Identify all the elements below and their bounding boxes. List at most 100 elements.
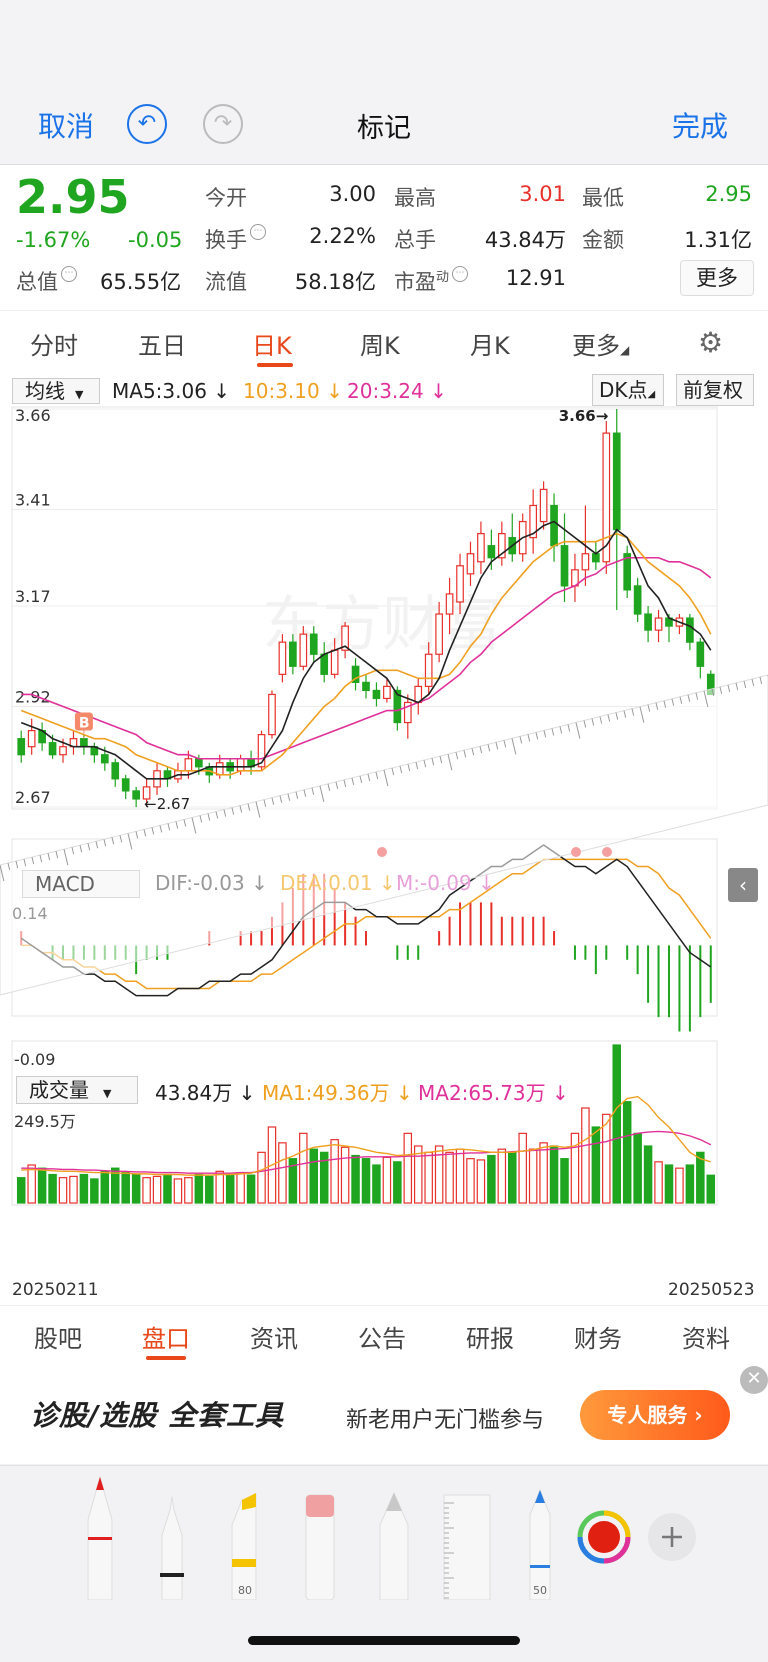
volume-bar: [257, 1151, 266, 1204]
volume-bar: [351, 1154, 360, 1204]
volume-label: 总手: [394, 228, 436, 252]
dif-legend: DIF:-0.03 ↓: [155, 871, 268, 895]
date-end: 20250523: [668, 1280, 755, 1300]
macd-y-top: 0.14: [12, 904, 48, 923]
ad-service-button[interactable]: 专人服务 ›: [580, 1390, 730, 1440]
fine-pen-icon[interactable]: [160, 1496, 184, 1600]
ruler-overlay[interactable]: [0, 674, 768, 996]
candle: [592, 553, 600, 563]
volume-bar: [131, 1173, 141, 1204]
tab-weekly-k[interactable]: 周K: [360, 326, 400, 361]
tab-monthly-k[interactable]: 月K: [470, 326, 510, 361]
blue-pen-icon[interactable]: 50: [529, 1488, 551, 1600]
candle: [194, 758, 203, 768]
close-icon[interactable]: ✕: [740, 1366, 768, 1394]
gear-icon[interactable]: ⚙: [698, 326, 723, 359]
volume-bar: [215, 1170, 224, 1204]
done-button[interactable]: 完成: [672, 105, 728, 145]
volume-bar: [90, 1178, 99, 1204]
ma5-legend: MA5:3.06 ↓: [112, 379, 231, 403]
volume-bar: [100, 1170, 110, 1204]
drawing-tools: 80 50: [87, 1475, 696, 1600]
volume-bar: [278, 1142, 287, 1204]
volume-bar: [142, 1177, 151, 1204]
tab-forum[interactable]: 股吧: [34, 1319, 82, 1354]
volume-bar: [528, 1148, 538, 1204]
volume-bar: [163, 1173, 172, 1204]
candle: [236, 758, 245, 772]
candle: [299, 633, 308, 667]
tab-announcements[interactable]: 公告: [358, 1319, 406, 1354]
tab-daily-k[interactable]: 日K: [252, 326, 292, 361]
tab-more[interactable]: 更多◢: [572, 326, 629, 361]
y-tick-label: 3.17: [15, 587, 51, 606]
candle: [330, 649, 339, 675]
volume-bar: [445, 1151, 454, 1204]
total-mktcap-value: 65.55亿: [100, 270, 182, 294]
eraser-icon[interactable]: [305, 1494, 335, 1600]
high-value: 3.01: [519, 182, 566, 206]
info-icon[interactable]: ⋯: [452, 266, 469, 282]
open-value: 3.00: [329, 182, 376, 206]
candle: [111, 762, 120, 780]
volume-bar: [393, 1161, 402, 1204]
ruler-icon[interactable]: [443, 1494, 491, 1600]
high-marker: 3.66→: [559, 407, 609, 425]
candle: [435, 613, 443, 655]
add-tool-icon[interactable]: [648, 1513, 696, 1561]
high-label: 最高: [394, 186, 436, 210]
stock-chart[interactable]: 3.66 3.41 3.17 2.92 2.67 东方财富 3.66→ ←2.67 B: [0, 405, 768, 1305]
indicator-select[interactable]: 均线 ▼: [12, 378, 100, 404]
tab-financials[interactable]: 财务: [574, 1319, 622, 1354]
dropdown-icon: ▼: [103, 1087, 112, 1100]
total-mktcap-label: 总值 ⋯: [16, 266, 77, 296]
volume-bar: [549, 1145, 559, 1204]
pe-label: 市盈动 ⋯: [394, 266, 469, 296]
volume-bar: [602, 1113, 611, 1204]
volume-bar: [675, 1167, 684, 1204]
tab-order-book[interactable]: 盘口: [142, 1319, 190, 1354]
tab-news[interactable]: 资讯: [250, 1319, 298, 1354]
macd-y-bottom: -0.09: [14, 1050, 56, 1069]
candle: [550, 504, 558, 547]
adjust-button[interactable]: 前复权: [676, 374, 754, 406]
tab-intraday[interactable]: 分时: [30, 326, 78, 361]
volume-bar: [309, 1148, 319, 1204]
volume-select[interactable]: 成交量 ▼: [16, 1076, 138, 1104]
candle: [477, 533, 485, 563]
candle: [309, 633, 318, 655]
m-legend: M:-0.09 ↓: [396, 871, 495, 895]
macd-select[interactable]: MACD: [22, 870, 140, 898]
float-mktcap-label: 流值: [205, 270, 247, 294]
date-start: 20250211: [12, 1280, 99, 1300]
float-mktcap-value: 58.18亿: [294, 270, 376, 294]
tab-research[interactable]: 研报: [466, 1319, 514, 1354]
volume-bar: [361, 1158, 371, 1204]
tab-profile[interactable]: 资料: [682, 1319, 730, 1354]
volume-bar: [246, 1174, 256, 1204]
volume-bar: [622, 1101, 632, 1204]
info-icon[interactable]: ⋯: [61, 266, 77, 282]
lasso-icon[interactable]: [379, 1491, 409, 1600]
volume-bar: [16, 1177, 26, 1204]
tab-five-day[interactable]: 五日: [138, 326, 186, 361]
volume-bar: [633, 1132, 642, 1204]
highlighter-icon[interactable]: 80: [231, 1493, 257, 1600]
volume-bar: [424, 1151, 433, 1204]
color-picker-icon[interactable]: [577, 1510, 631, 1564]
volume-bar: [403, 1132, 413, 1204]
dk-point-button[interactable]: DK点◢: [592, 374, 664, 406]
volume-bar: [37, 1167, 47, 1204]
collapse-panel-icon[interactable]: ‹: [728, 868, 758, 902]
volume-bar: [205, 1175, 214, 1204]
candle: [215, 762, 224, 776]
volume-bar: [173, 1178, 183, 1204]
volume-bar: [152, 1175, 162, 1204]
candle: [466, 553, 475, 575]
dropdown-icon: ▼: [75, 388, 84, 401]
pen-width: 50: [533, 1584, 547, 1597]
volume-bar: [664, 1164, 674, 1204]
info-icon[interactable]: ⋯: [250, 224, 266, 240]
more-button[interactable]: 更多: [680, 260, 754, 296]
pen-icon[interactable]: [87, 1475, 113, 1600]
